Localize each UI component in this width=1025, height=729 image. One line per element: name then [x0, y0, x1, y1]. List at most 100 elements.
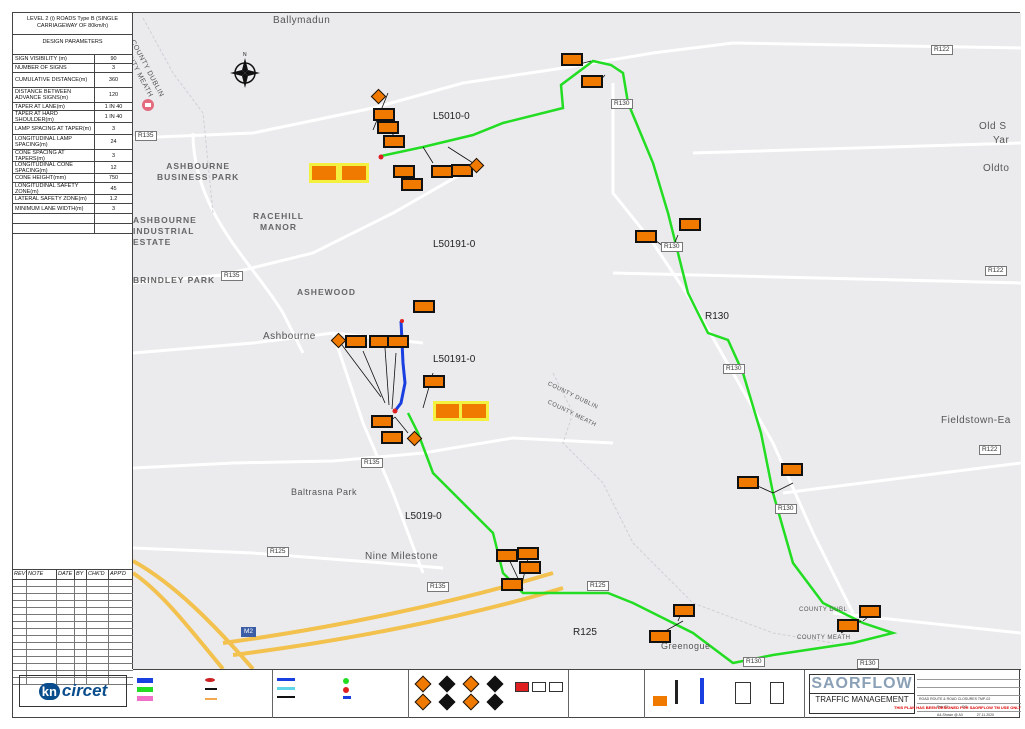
roadworks-sign-icon[interactable]	[781, 463, 803, 476]
place-brindley-park: BRINDLEY PARK	[133, 275, 216, 285]
plan-title: ROAD ROUTE & ROAD CLOSURES TMP-02	[917, 696, 1021, 704]
roadworks-sign-icon[interactable]	[393, 165, 415, 178]
roadworks-sign-icon[interactable]	[373, 108, 395, 121]
advance-info-board-icon[interactable]	[459, 401, 489, 421]
circet-logo: kn circet	[19, 675, 127, 707]
param-label: LONGITUDINAL SAFETY ZONE(m)	[13, 183, 95, 195]
legend-board-sample-icon	[515, 682, 529, 692]
param-row: TAPER AT HARD SHOULDER(m) 1 IN 40	[13, 111, 132, 123]
usage-warning: THIS PLAN HAS BEEN DESIGNED FOR SAORFLOW…	[894, 705, 1021, 710]
shield-m2: M2	[241, 627, 257, 637]
revision-row	[13, 664, 133, 671]
param-row-empty	[13, 224, 132, 234]
shield-r130-bottom: R130	[857, 659, 879, 669]
roadworks-sign-icon[interactable]	[496, 549, 518, 562]
roadworks-sign-icon[interactable]	[387, 335, 409, 348]
param-label: DISTANCE BETWEEN ADVANCE SIGNS(m)	[13, 88, 95, 102]
roadworks-sign-icon[interactable]	[501, 578, 523, 591]
shield-r135-brindley: R135	[221, 271, 243, 281]
place-baltrasna-park: Baltrasna Park	[291, 487, 358, 497]
param-row: LAMP SPACING AT TAPER(m) 3	[13, 123, 132, 135]
param-row: NUMBER OF SIGNS 3	[13, 64, 132, 73]
legend-strip: SAORFLOW TRAFFIC MANAGEMENT ROAD ROUTE &…	[133, 669, 1021, 718]
param-label: NUMBER OF SIGNS	[13, 64, 95, 72]
param-value: 1 IN 40	[104, 103, 123, 110]
roadworks-sign-icon[interactable]	[581, 75, 603, 88]
advance-info-board-icon[interactable]	[339, 163, 369, 183]
roadworks-sign-icon[interactable]	[345, 335, 367, 348]
param-value: 45	[110, 185, 117, 192]
param-label: CUMULATIVE DISTANCE(m)	[13, 73, 95, 87]
legend-sign-sample-icon	[486, 693, 504, 711]
param-value: 90	[110, 56, 117, 62]
revision-row	[13, 636, 133, 643]
roadworks-sign-icon[interactable]	[737, 476, 759, 489]
drawing-sheet: LEVEL 2 (i) ROADS Type B (SINGLE CARRIAG…	[12, 12, 1021, 718]
date-col: DATE	[57, 570, 75, 579]
panel-subheader: DESIGN PARAMETERS	[13, 35, 132, 55]
place-yar: Yar	[993, 135, 1010, 146]
roadworks-sign-icon[interactable]	[673, 604, 695, 617]
param-value: 1.2	[109, 196, 118, 202]
param-row: DISTANCE BETWEEN ADVANCE SIGNS(m) 120	[13, 88, 132, 103]
parameter-table: SIGN VISIBILITY (m) 90 NUMBER OF SIGNS 3 CUM…	[13, 55, 132, 234]
legend-sign-sample-icon	[486, 675, 504, 693]
param-label: CONE SPACING AT TAPERS(m)	[13, 150, 95, 162]
roadworks-sign-icon[interactable]	[679, 218, 701, 231]
roadworks-sign-icon[interactable]	[381, 431, 403, 444]
roadworks-sign-icon[interactable]	[519, 561, 541, 574]
legend-sign-sample-icon	[438, 693, 456, 711]
plan-scale: A4-Shown @ A3	[937, 713, 963, 717]
revision-row	[13, 580, 133, 587]
revision-row	[13, 629, 133, 636]
county-boundary	[142, 17, 834, 644]
note-col: NOTE	[27, 570, 57, 579]
advance-info-board-icon[interactable]	[309, 163, 339, 183]
revision-row	[13, 587, 133, 594]
north-arrow-icon: N	[230, 52, 260, 88]
roadworks-sign-icon[interactable]	[401, 178, 423, 191]
plan-date: 27.11.2020	[976, 713, 994, 717]
legend-key-2	[273, 670, 409, 718]
legend-notes	[569, 670, 645, 718]
road-label-l5010: L5010-0	[433, 111, 470, 122]
revision-row	[13, 657, 133, 664]
roadworks-sign-icon[interactable]	[383, 135, 405, 148]
closure-markers[interactable]	[378, 154, 405, 414]
legend-sign-sample-icon	[414, 693, 432, 711]
roadworks-sign-icon[interactable]	[635, 230, 657, 243]
roadworks-sign-icon[interactable]	[423, 375, 445, 388]
revision-row	[13, 594, 133, 601]
legend-board-sample-icon	[532, 682, 546, 692]
by-col: BY	[75, 570, 87, 579]
shield-r135-west: R135	[135, 131, 157, 141]
location-pin-icon	[142, 99, 154, 111]
roadworks-sign-icon[interactable]	[413, 300, 435, 313]
param-row: CONE SPACING AT TAPERS(m) 3	[13, 150, 132, 162]
logo-kn: kn	[38, 682, 60, 700]
revision-rows	[13, 580, 133, 685]
shield-r135-baltrasna: R135	[361, 458, 383, 468]
roadworks-sign-icon[interactable]	[561, 53, 583, 66]
roadworks-sign-icon[interactable]	[377, 121, 399, 134]
rev-col: REV	[14, 570, 27, 579]
roadworks-sign-icon[interactable]	[431, 165, 453, 178]
shield-r130-fieldstown: R130	[775, 504, 797, 514]
revision-header: REV NOTE DATE BY CHK'D APP'D	[13, 569, 133, 580]
revision-row	[13, 643, 133, 650]
param-value: 360	[108, 77, 119, 83]
place-county-dublin-br: COUNTY DUBL	[799, 607, 848, 613]
param-label: TAPER AT HARD SHOULDER(m)	[13, 111, 95, 123]
road-label-r125: R125	[573, 627, 597, 638]
route-map[interactable]: N Ballymadun COUNTY DUBLIN COUNTY MEATH …	[133, 13, 1021, 669]
shield-r135-south: R135	[427, 582, 449, 592]
param-label: TAPER AT LANE(m)	[13, 103, 95, 110]
roadworks-sign-icon[interactable]	[837, 619, 859, 632]
param-label: LATERAL SAFETY ZONE(m)	[13, 195, 95, 203]
roadworks-sign-icon[interactable]	[859, 605, 881, 618]
revision-table: REV NOTE DATE BY CHK'D APP'D	[13, 569, 133, 685]
roadworks-sign-icon[interactable]	[649, 630, 671, 643]
roadworks-sign-icon[interactable]	[371, 415, 393, 428]
param-row-empty	[13, 214, 132, 224]
roadworks-sign-icon[interactable]	[517, 547, 539, 560]
